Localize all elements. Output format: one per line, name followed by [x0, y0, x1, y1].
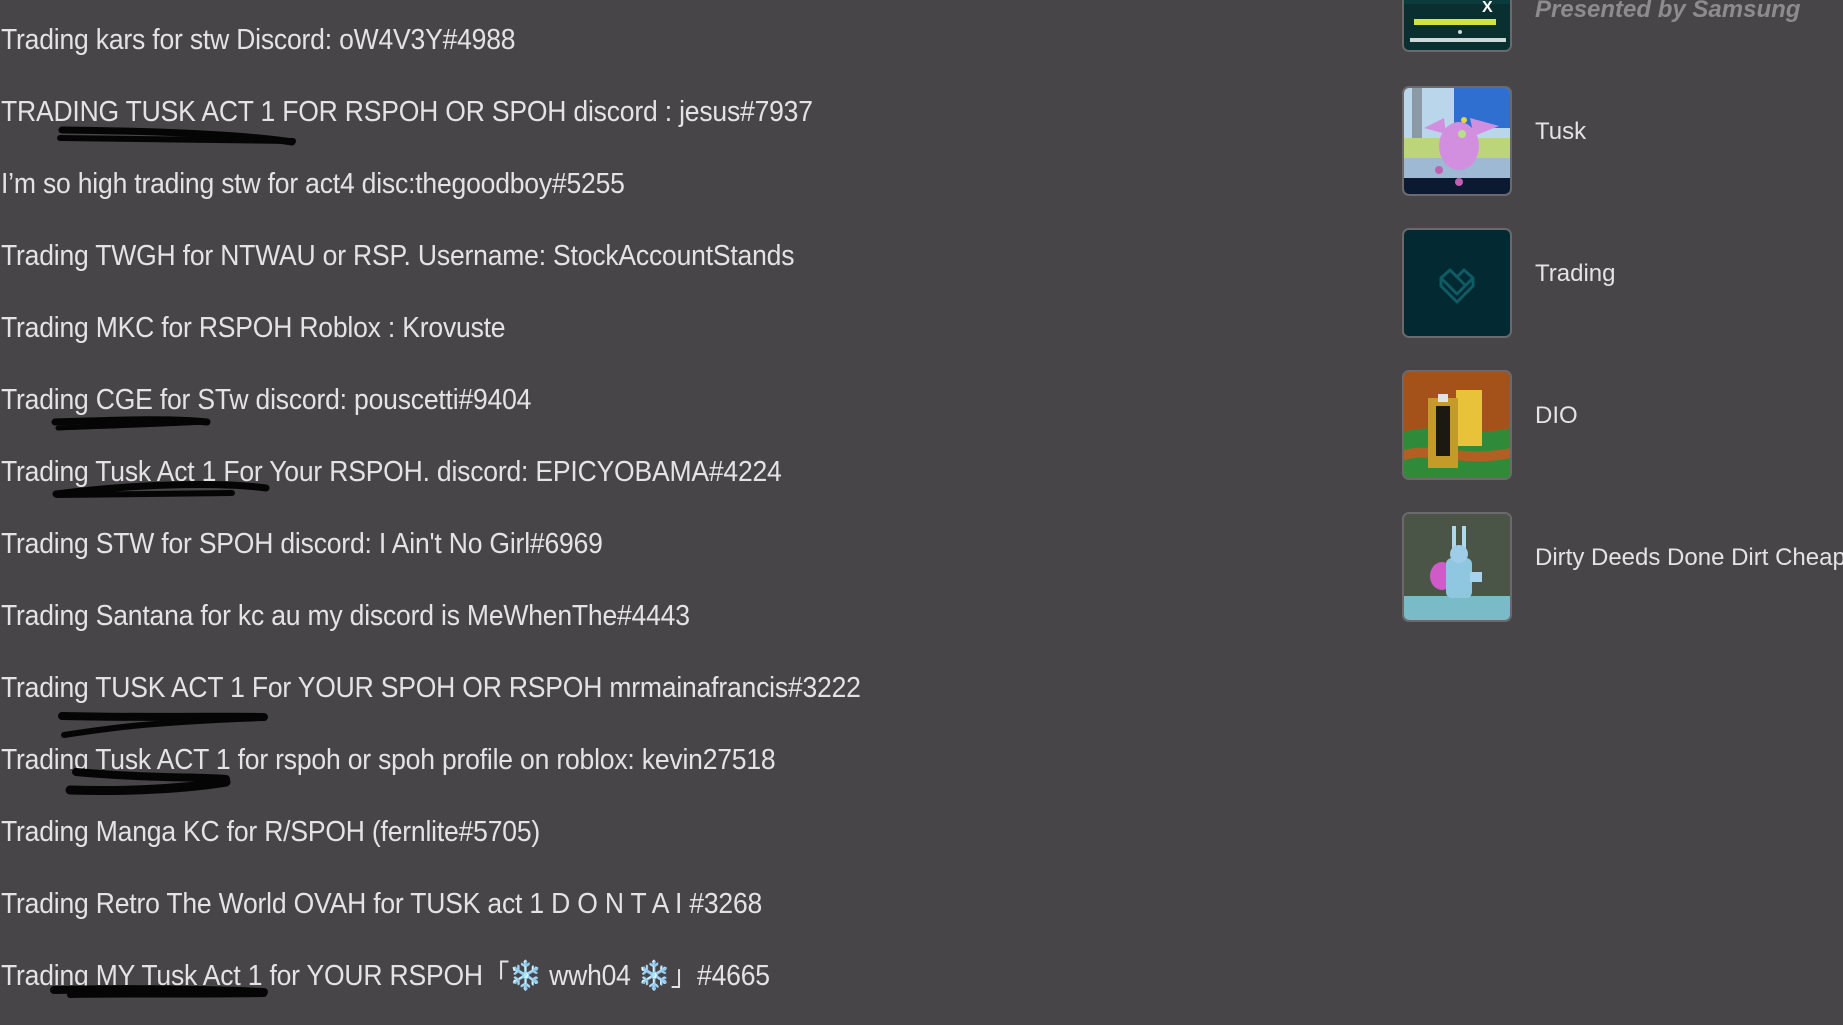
svg-text:X: X — [1482, 0, 1493, 16]
list-item[interactable]: Trading Retro The World OVAH for TUSK ac… — [1, 887, 762, 921]
sidebar-item-trading[interactable]: Trading — [1535, 260, 1615, 288]
scribble-underline — [65, 777, 231, 796]
list-item[interactable]: Trading MKC for RSPOH Roblox : Krovuste — [1, 311, 506, 345]
samsung-event-thumbnail[interactable]: X — [1402, 0, 1512, 52]
scribble-underline — [61, 715, 267, 738]
page: Trading kars for stw Discord: oW4V3Y#498… — [0, 0, 1843, 1025]
scribble-underline — [60, 130, 314, 140]
heart-icon — [1404, 230, 1510, 336]
list-item[interactable]: Trading kars for stw Discord: oW4V3Y#498… — [1, 23, 516, 57]
list-item[interactable]: Trading CGE for STw discord: pouscetti#9… — [1, 383, 531, 417]
list-item[interactable]: Trading Manga KC for R/SPOH (fernlite#57… — [1, 815, 540, 849]
tusk-thumbnail[interactable] — [1402, 86, 1512, 196]
scribble-underline — [58, 126, 296, 146]
sidebar-item-tusk[interactable]: Tusk — [1535, 118, 1586, 146]
samsung-event-image: X — [1404, 0, 1510, 50]
list-item[interactable]: TRADING TUSK ACT 1 FOR RSPOH OR SPOH dis… — [1, 95, 813, 129]
sidebar-item-dio[interactable]: DIO — [1535, 402, 1578, 430]
list-item[interactable]: Trading MY Tusk Act 1 for YOUR RSPOH「❄️ … — [1, 959, 770, 993]
list-item[interactable]: Trading Tusk ACT 1 for rspoh or spoh pro… — [1, 743, 776, 777]
d4c-thumbnail[interactable] — [1402, 512, 1512, 622]
scribble-underline — [67, 991, 267, 998]
dio-thumbnail[interactable] — [1402, 370, 1512, 480]
list-item[interactable]: I’m so high trading stw for act4 disc:th… — [1, 167, 625, 201]
d4c-stand-image — [1404, 514, 1510, 620]
tusk-stand-image — [1404, 88, 1510, 194]
list-item[interactable]: Trading TUSK ACT 1 For YOUR SPOH OR RSPO… — [1, 671, 861, 705]
scribble-underline — [55, 419, 208, 431]
scribble-underline — [58, 712, 268, 721]
scribble-underline — [51, 416, 211, 426]
presented-by-text: Presented by Samsung — [1535, 0, 1801, 23]
list-item[interactable]: Trading Tusk Act 1 For Your RSPOH. disco… — [1, 455, 782, 489]
scribble-annotations — [50, 126, 314, 998]
list-item[interactable]: Trading Santana for kc au my discord is … — [1, 599, 690, 633]
scribble-underline — [57, 135, 296, 144]
scribble-underline — [54, 490, 235, 498]
sidebar-item-dirty-deeds[interactable]: Dirty Deeds Done Dirt Cheap — [1535, 544, 1843, 572]
trading-thumbnail[interactable] — [1402, 228, 1512, 338]
dio-image — [1404, 372, 1510, 478]
list-item[interactable]: Trading TWGH for NTWAU or RSP. Username:… — [1, 239, 794, 273]
list-item[interactable]: Trading STW for SPOH discord: I Ain't No… — [1, 527, 603, 561]
